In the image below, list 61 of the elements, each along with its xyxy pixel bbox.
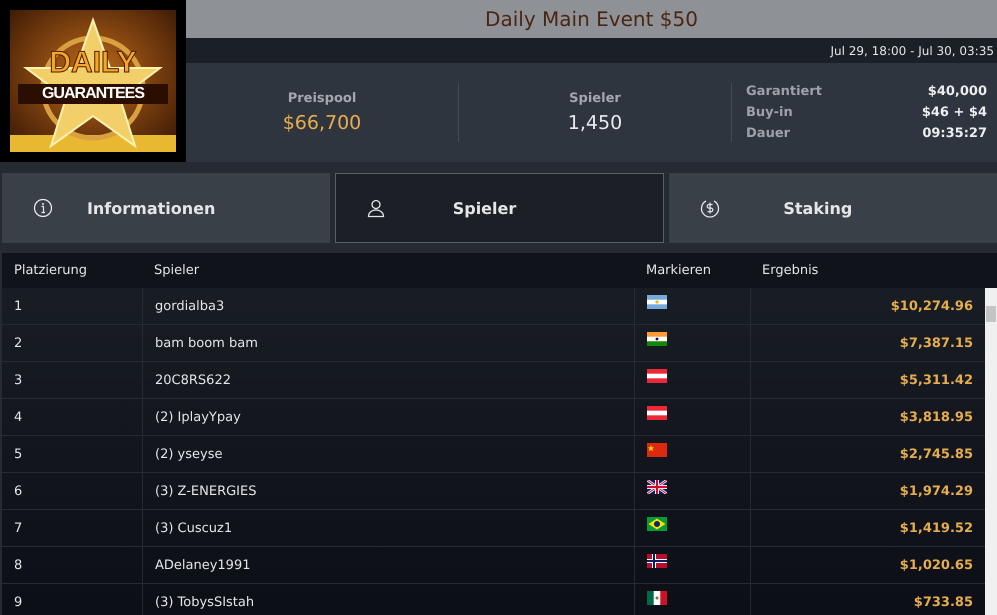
place-cell-text: 4: [13, 408, 24, 426]
person-icon: [366, 198, 386, 218]
column-header: Platzierung: [13, 263, 88, 278]
column-header: Ergebnis: [761, 263, 820, 278]
flag-icon: [647, 591, 667, 605]
column-header: Spieler: [153, 263, 200, 278]
logo-text: DAILY: [48, 48, 138, 78]
player-cell: (2) yseyse: [142, 436, 634, 472]
place-cell-text: 3: [13, 372, 24, 390]
stat-label: Spieler: [569, 91, 621, 106]
logo-text: GUARANTEES: [18, 84, 168, 104]
flag-icon: [647, 332, 667, 346]
place-cell-text: 9: [13, 594, 24, 612]
table-row[interactable]: 9 (3) TobysSIstah $733.85: [2, 584, 985, 615]
flag-icon: [647, 295, 667, 309]
place-cell-text: 7: [13, 520, 24, 538]
scrollbar[interactable]: [985, 288, 997, 615]
event-title: Daily Main Event $50: [485, 7, 698, 31]
player-cell: (2) IplayYpay: [142, 399, 634, 435]
player-cell: gordialba3: [142, 288, 634, 324]
player-cell: 20C8RS622: [142, 362, 634, 398]
detail-label: Garantiert: [746, 84, 822, 99]
flag-icon: [647, 517, 667, 531]
place-cell-text: 6: [13, 482, 24, 500]
table-row[interactable]: 6 (3) Z-ENERGIES $1,974.29: [2, 473, 985, 510]
date-range: Jul 29, 18:00 - Jul 30, 03:35: [830, 44, 994, 58]
flag-icon: [647, 443, 667, 457]
stat-value: 1,450: [568, 112, 622, 134]
info-icon: [33, 198, 53, 218]
place-cell-text: 5: [13, 446, 24, 464]
table-row[interactable]: 3 20C8RS622 $5,311.42: [2, 362, 985, 399]
player-cell: (3) Cuscuz1: [142, 510, 634, 546]
table-row[interactable]: 5 (2) yseyse $2,745.85: [2, 436, 985, 473]
dollar-icon: [700, 198, 720, 218]
detail-label: Dauer: [746, 126, 790, 141]
detail-value: $40,000: [928, 84, 987, 99]
flag-icon: [647, 480, 667, 494]
table-row[interactable]: 7 (3) Cuscuz1 $1,419.52: [2, 510, 985, 547]
place-cell-text: 8: [13, 556, 24, 574]
detail-label: Buy-in: [746, 105, 793, 120]
flag-icon: [647, 554, 667, 568]
tab[interactable]: Spieler: [335, 173, 664, 243]
table-row[interactable]: 8 ADelaney1991 $1,020.65: [2, 547, 985, 584]
table-row[interactable]: 4 (2) IplayYpay $3,818.95: [2, 399, 985, 436]
place-cell-text: 1: [13, 298, 24, 316]
place-cell-text: 2: [13, 334, 24, 352]
flag-icon: [647, 406, 667, 420]
column-header: Markieren: [645, 263, 712, 278]
tab[interactable]: Informationen: [2, 173, 330, 243]
flag-icon: [647, 369, 667, 383]
player-cell: bam boom bam: [142, 325, 634, 361]
stat-label: Preispool: [288, 91, 356, 106]
player-cell: ADelaney1991: [142, 547, 634, 583]
table-row[interactable]: 1 gordialba3 $10,274.96: [2, 288, 985, 325]
player-cell: (3) Z-ENERGIES: [142, 473, 634, 509]
stat-value: $66,700: [282, 112, 362, 134]
detail-value: $46 + $4: [922, 105, 987, 120]
table-row[interactable]: 2 bam boom bam $7,387.15: [2, 325, 985, 362]
detail-value: 09:35:27: [922, 126, 987, 141]
tab[interactable]: Staking: [668, 173, 997, 243]
player-cell: (3) TobysSIstah: [142, 584, 634, 615]
